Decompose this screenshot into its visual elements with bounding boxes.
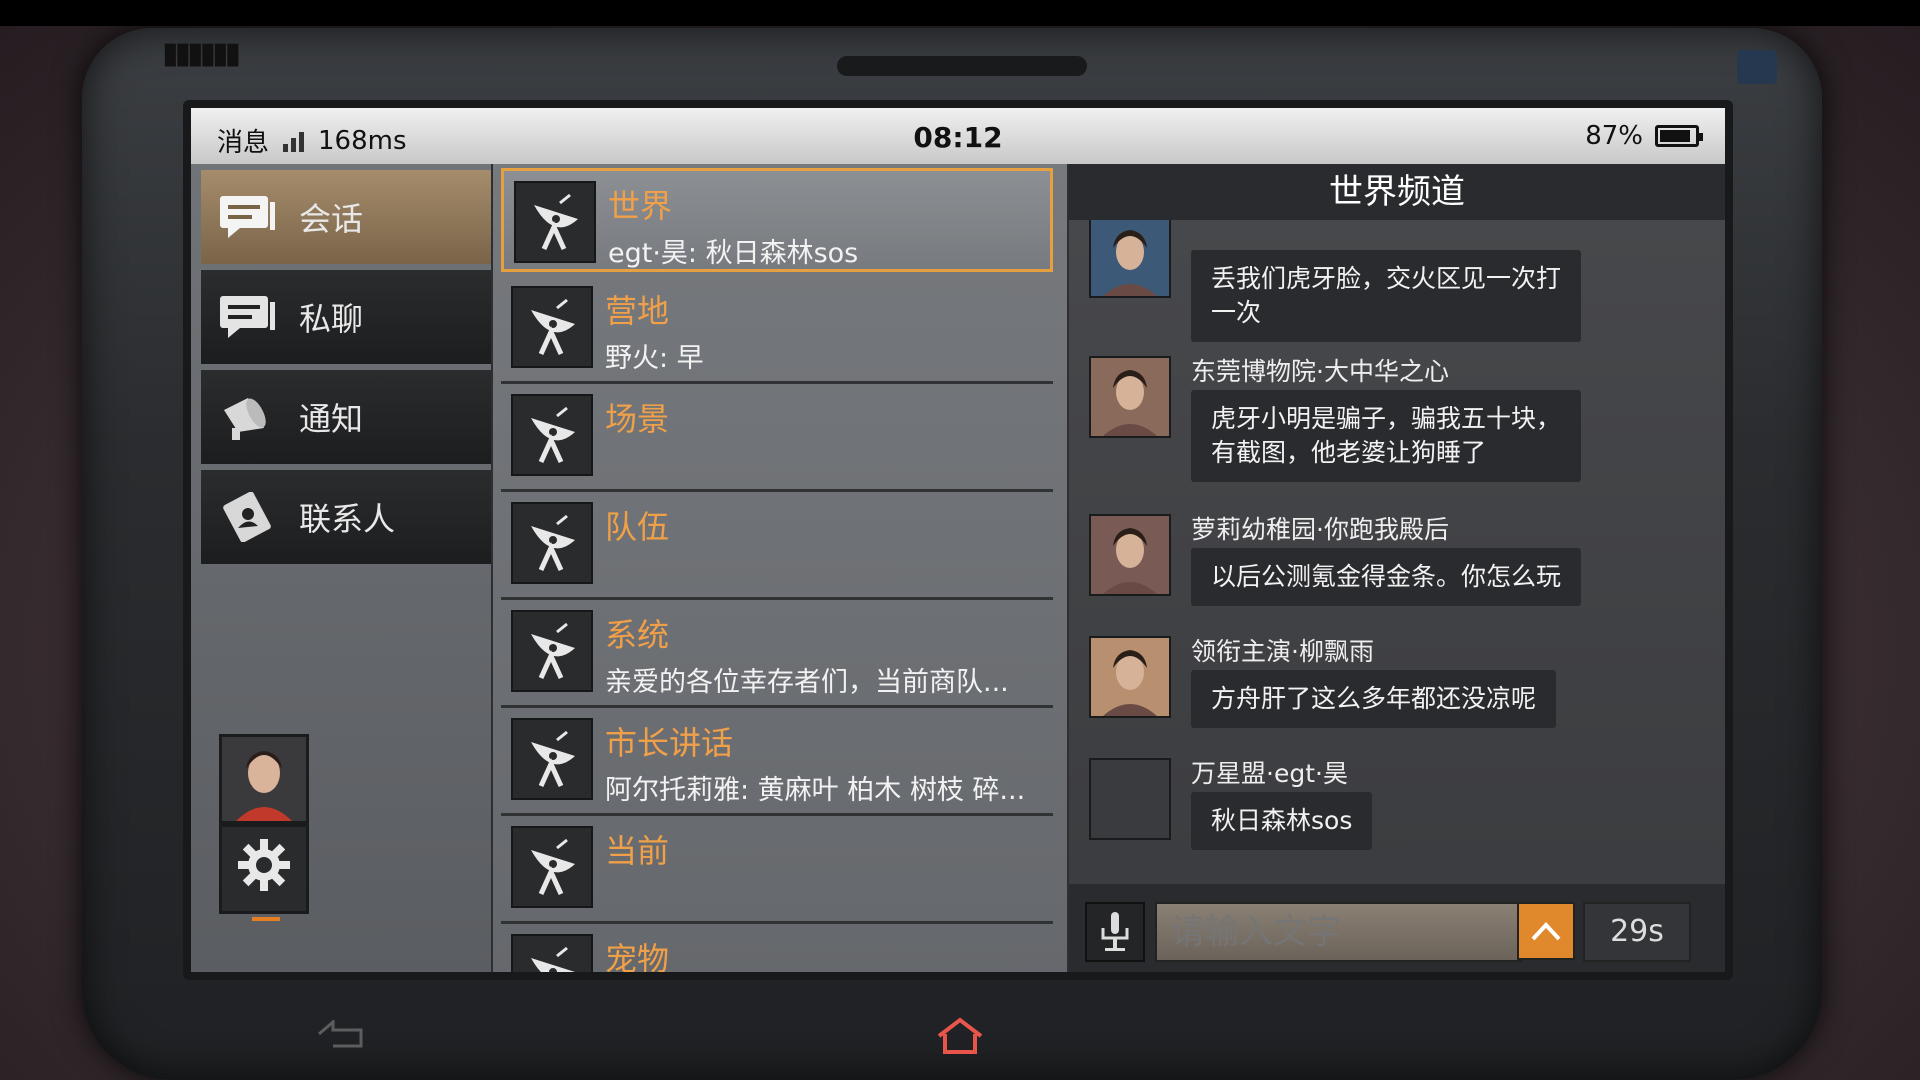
battery-percent: 87%	[1585, 121, 1643, 151]
sender-avatar[interactable]	[1089, 220, 1171, 298]
home-icon	[937, 1017, 983, 1054]
channel-name: 场景	[605, 400, 670, 438]
satellite-dish-icon	[511, 502, 593, 584]
channel-last-message: 亲爱的各位幸存者们，当前商队...	[605, 667, 1009, 698]
chat-input[interactable]	[1155, 902, 1523, 962]
chat-icon	[217, 192, 277, 242]
sidebar-item-contacts[interactable]: 联系人	[201, 470, 491, 564]
voice-button[interactable]	[1085, 902, 1145, 962]
contacts-icon	[217, 492, 277, 542]
gear-icon	[238, 839, 290, 891]
sidebar-item-label: 私聊	[299, 300, 364, 338]
sidebar-item-label: 会话	[299, 200, 364, 238]
message-bubble: 丢我们虎牙脸，交火区见一次打 一次	[1191, 250, 1582, 342]
channel-name: 市长讲话	[605, 724, 734, 762]
message-bubble: 秋日森林sos	[1191, 792, 1373, 850]
sender-avatar[interactable]	[1089, 758, 1171, 840]
channel-row[interactable]: 场景	[501, 384, 1053, 492]
message-bubble: 方舟肝了这么多年都还没凉呢	[1191, 670, 1557, 728]
sender-name: 东莞博物院·大中华之心	[1191, 357, 1449, 386]
channel-row[interactable]: 市长讲话阿尔托莉雅: 黄麻叶 柏木 树枝 碎...	[501, 708, 1053, 816]
sender-avatar[interactable]	[1089, 514, 1171, 596]
channel-row[interactable]: 宠物	[501, 924, 1053, 978]
channel-last-message: 阿尔托莉雅: 黄麻叶 柏木 树枝 碎...	[605, 775, 1026, 806]
player-avatar-button[interactable]	[219, 734, 309, 831]
message-bubble: 虎牙小明是骗子，骗我五十块， 有截图，他老婆让狗睡了	[1191, 390, 1582, 482]
channel-last-message: egt·昊: 秋日森林sos	[608, 238, 859, 269]
channel-name: 系统	[605, 616, 670, 654]
chat-panel: 世界频道 丢我们虎牙脸，交火区见一次打 一次东莞博物院·大中华之心虎牙小明是骗子…	[1069, 164, 1725, 972]
sender-avatar[interactable]	[1089, 356, 1171, 438]
settings-button[interactable]	[219, 824, 309, 921]
channel-name: 宠物	[605, 940, 670, 978]
active-indicator	[252, 917, 280, 921]
chat-title: 世界频道	[1069, 164, 1725, 220]
channel-last-message: 野火: 早	[605, 343, 704, 374]
battery-icon	[1655, 125, 1703, 147]
sender-name: 领衔主演·柳飘雨	[1191, 637, 1374, 666]
channel-name: 营地	[605, 292, 670, 330]
cooldown-timer: 29s	[1583, 902, 1691, 962]
back-arrow-icon	[318, 1018, 363, 1048]
microphone-icon	[1101, 912, 1129, 951]
satellite-dish-icon	[514, 181, 596, 263]
sidebar-item-notifications[interactable]: 通知	[201, 370, 491, 464]
megaphone-icon	[217, 392, 277, 442]
sidebar-item-label: 通知	[299, 400, 364, 438]
channel-row[interactable]: 世界 egt·昊: 秋日森林sos	[501, 168, 1053, 272]
status-bar: 消息 168ms 08:12 87%	[191, 108, 1725, 164]
sidebar-item-private-chat[interactable]: 私聊	[201, 270, 491, 364]
channel-row[interactable]: 队伍	[501, 492, 1053, 600]
message-bubble: 以后公测氪金得金条。你怎么玩	[1191, 548, 1582, 606]
system-status-bar	[0, 0, 1920, 26]
channel-row[interactable]: 当前	[501, 816, 1053, 924]
side-button[interactable]	[1737, 50, 1777, 84]
channel-name: 队伍	[605, 508, 670, 546]
frame-slot	[837, 56, 1087, 76]
satellite-dish-icon	[511, 394, 593, 476]
send-button[interactable]	[1517, 902, 1575, 960]
sender-avatar[interactable]	[1089, 636, 1171, 718]
home-button[interactable]	[935, 1016, 985, 1056]
vent-decoration: ▮▮▮▮▮▮	[162, 36, 241, 71]
sidebar-item-conversations[interactable]: 会话	[201, 170, 491, 264]
back-button[interactable]	[315, 1018, 365, 1054]
input-bar: 29s	[1069, 884, 1725, 972]
clock: 08:12	[913, 121, 1003, 154]
channel-row[interactable]: 营地野火: 早	[501, 276, 1053, 384]
tablet-screen: 消息 168ms 08:12 87% 会话 私聊 通知 联系人 世界 egt·昊…	[183, 100, 1733, 980]
private-chat-icon	[217, 292, 277, 342]
sidebar: 会话 私聊 通知 联系人	[191, 164, 491, 972]
satellite-dish-icon	[511, 934, 593, 972]
channel-name: 世界	[608, 187, 673, 225]
satellite-dish-icon	[511, 826, 593, 908]
sender-name: 万星盟·egt·昊	[1191, 759, 1348, 788]
satellite-dish-icon	[511, 610, 593, 692]
sidebar-item-label: 联系人	[299, 500, 396, 538]
message-list[interactable]: 丢我们虎牙脸，交火区见一次打 一次东莞博物院·大中华之心虎牙小明是骗子，骗我五十…	[1069, 220, 1725, 882]
satellite-dish-icon	[511, 718, 593, 800]
channel-list: 世界 egt·昊: 秋日森林sos 营地野火: 早场景队伍系统亲爱的各位幸存者们，当…	[493, 164, 1067, 978]
player-portrait	[222, 737, 306, 821]
channel-row[interactable]: 系统亲爱的各位幸存者们，当前商队...	[501, 600, 1053, 708]
chevron-up-icon	[1531, 922, 1561, 941]
sender-name: 萝莉幼稚园·你跑我殿后	[1191, 515, 1449, 544]
channel-name: 当前	[605, 832, 670, 870]
satellite-dish-icon	[511, 286, 593, 368]
